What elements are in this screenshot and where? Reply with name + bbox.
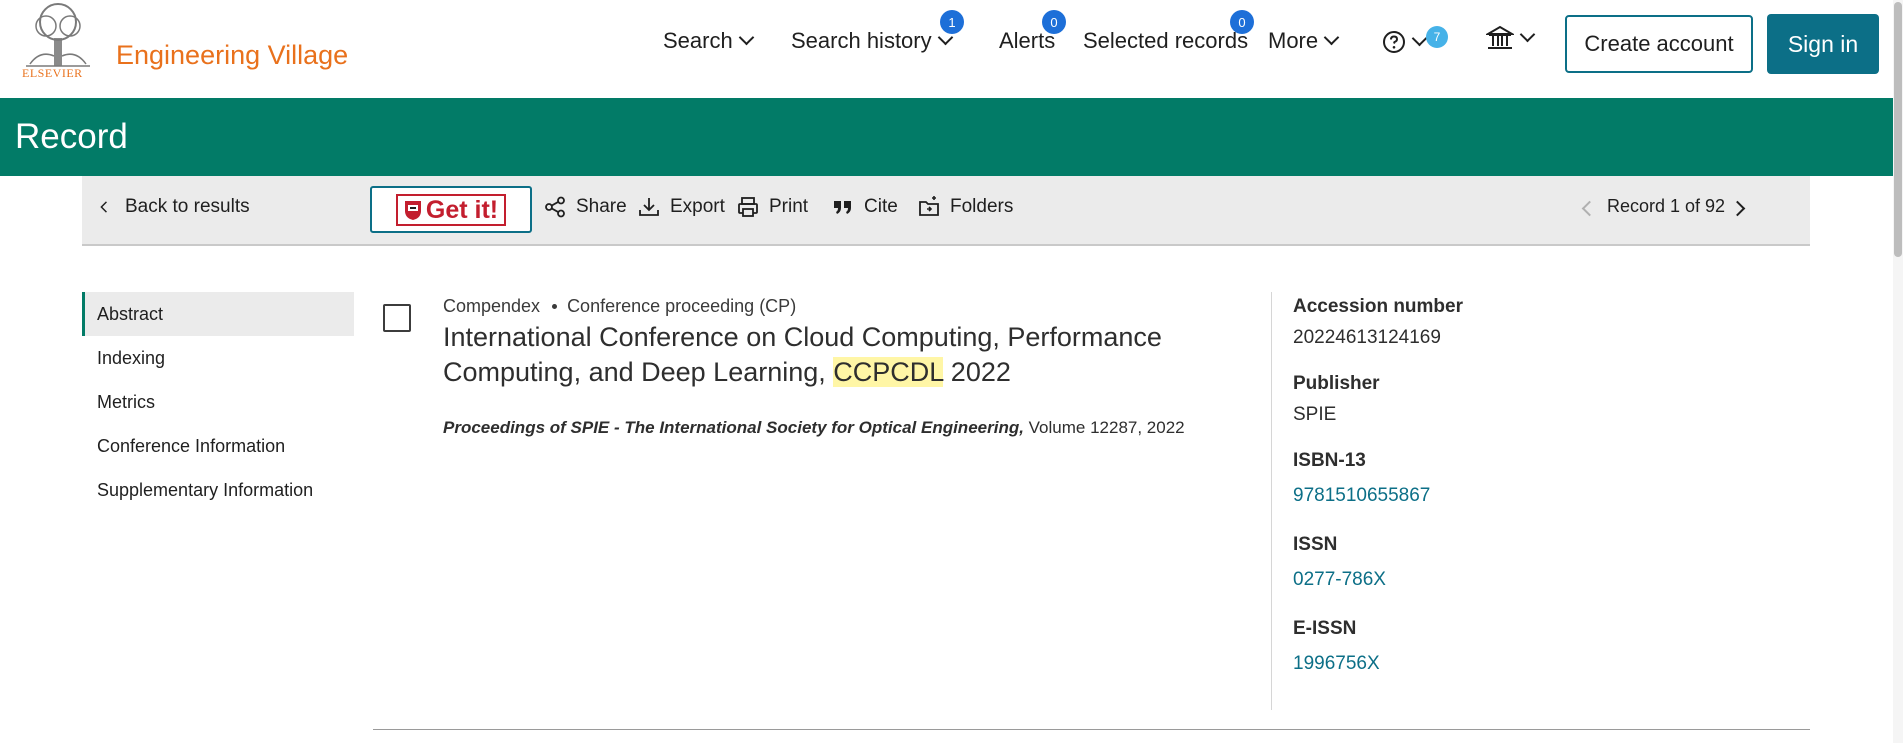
record-banner — [0, 98, 1893, 176]
isbn-link[interactable]: 9781510655867 — [1293, 485, 1693, 507]
record-title: International Conference on Cloud Comput… — [443, 320, 1203, 390]
record-sidebar: Abstract Indexing Metrics Conference Inf… — [82, 292, 354, 512]
institution-icon — [1486, 25, 1514, 49]
create-account-button[interactable]: Create account — [1565, 15, 1753, 73]
share-button[interactable]: Share — [544, 196, 627, 218]
print-label: Print — [769, 196, 809, 217]
nav-search-label: Search — [663, 28, 733, 53]
folder-add-icon — [919, 196, 939, 216]
help-count-badge: 7 — [1426, 26, 1448, 48]
chevron-down-icon — [738, 29, 754, 45]
elsevier-wordmark: ELSEVIER — [22, 66, 83, 80]
record-source: Proceedings of SPIE - The International … — [443, 418, 1185, 438]
export-label: Export — [670, 196, 725, 217]
record-pager: Record 1 of 92 — [1607, 196, 1726, 216]
printer-icon — [738, 197, 758, 217]
sidebar-item-abstract[interactable]: Abstract — [82, 292, 354, 336]
print-button[interactable]: Print — [737, 196, 808, 218]
share-label: Share — [576, 196, 627, 217]
sidebar-item-label: Supplementary Information — [97, 479, 314, 500]
help-icon — [1383, 31, 1405, 53]
nav-institution[interactable] — [1486, 24, 1536, 52]
chevron-down-icon — [1519, 26, 1536, 42]
journal-title: Proceedings of SPIE - The International … — [443, 418, 1024, 437]
brand-name[interactable]: Engineering Village — [116, 40, 348, 71]
record-title-text: International Conference on Cloud Comput… — [443, 322, 1162, 387]
get-it-label: Get it! — [425, 195, 499, 224]
accession-number-label: Accession number — [1293, 296, 1463, 317]
nav-selected-records[interactable]: Selected records — [1083, 28, 1248, 54]
sidebar-item-supplementary-information[interactable]: Supplementary Information — [82, 468, 354, 512]
sidebar-item-conference-information[interactable]: Conference Information — [82, 424, 354, 468]
folders-button[interactable]: Folders — [918, 196, 1013, 218]
publisher-label: Publisher — [1293, 373, 1380, 394]
record-title-year: 2022 — [943, 357, 1011, 387]
sidebar-item-label: Metrics — [97, 391, 155, 412]
share-icon — [545, 196, 565, 218]
sign-in-button[interactable]: Sign in — [1767, 14, 1879, 74]
chevron-left-icon — [100, 201, 107, 213]
issn-label: ISSN — [1293, 534, 1338, 555]
section-divider — [373, 729, 1810, 730]
chevron-down-icon — [1411, 30, 1428, 46]
nav-help[interactable] — [1382, 30, 1428, 54]
cite-button[interactable]: Cite — [832, 196, 898, 218]
nav-more[interactable]: More — [1268, 28, 1340, 54]
search-history-count-badge: 1 — [940, 10, 964, 34]
top-header: ELSEVIER Engineering Village Search Sear… — [0, 0, 1903, 98]
issn-link[interactable]: 0277-786X — [1293, 569, 1693, 591]
nav-search-history-label: Search history — [791, 28, 932, 53]
eissn-link[interactable]: 1996756X — [1293, 653, 1693, 675]
get-it-button[interactable]: Get it! — [370, 186, 532, 233]
page-title: Record — [15, 117, 128, 156]
sidebar-item-label: Abstract — [97, 303, 164, 324]
column-divider — [1271, 292, 1272, 710]
sidebar-item-indexing[interactable]: Indexing — [82, 336, 354, 380]
download-icon — [639, 198, 659, 216]
export-button[interactable]: Export — [638, 196, 725, 218]
select-record-checkbox[interactable] — [383, 304, 411, 332]
record-details: Accession number 20224613124169 Publishe… — [1293, 296, 1693, 675]
volume-year: Volume 12287, 2022 — [1023, 418, 1185, 437]
alerts-count-badge: 0 — [1042, 10, 1066, 34]
highlighted-term: CCPCDL — [833, 357, 944, 387]
scrollbar-thumb[interactable] — [1894, 2, 1902, 257]
sidebar-item-metrics[interactable]: Metrics — [82, 380, 354, 424]
sidebar-item-label: Indexing — [97, 347, 166, 368]
chevron-down-icon — [1323, 29, 1340, 45]
accession-number-value: 20224613124169 — [1293, 327, 1441, 348]
record-meta: Compendex Conference proceeding (CP) — [443, 296, 796, 317]
quote-icon — [834, 201, 851, 214]
nav-search[interactable]: Search — [663, 28, 754, 54]
folders-label: Folders — [950, 196, 1014, 217]
separator-dot — [552, 304, 558, 309]
back-to-results-label: Back to results — [125, 196, 250, 217]
shield-icon — [404, 200, 421, 220]
nav-more-label: More — [1268, 28, 1319, 53]
back-to-results-link[interactable]: Back to results — [97, 196, 250, 218]
sidebar-item-label: Conference Information — [97, 435, 286, 456]
database-label: Compendex — [443, 296, 541, 316]
selected-records-count-badge: 0 — [1230, 10, 1254, 34]
nav-selected-records-label: Selected records — [1083, 28, 1249, 53]
isbn-label: ISBN-13 — [1293, 450, 1366, 471]
nav-search-history[interactable]: Search history — [791, 28, 953, 54]
cite-label: Cite — [864, 196, 898, 217]
document-type-label: Conference proceeding (CP) — [567, 296, 797, 316]
eissn-label: E-ISSN — [1293, 618, 1357, 639]
publisher-value: SPIE — [1293, 404, 1337, 425]
